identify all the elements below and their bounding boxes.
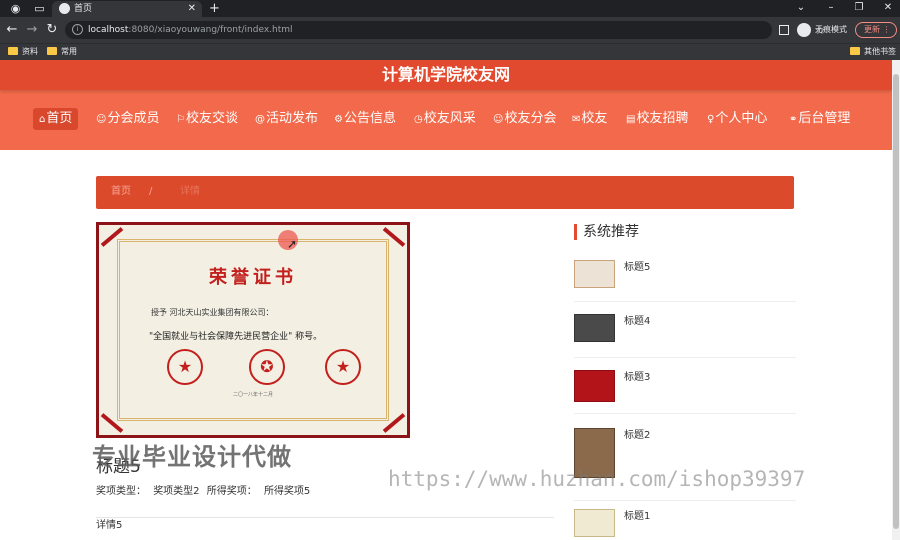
recommend-divider: [574, 301, 796, 302]
url-text: localhost:8080/xiaoyouwang/front/index.h…: [88, 25, 293, 35]
certificate-line1: 授予 河北天山实业集团有限公司：: [151, 308, 274, 317]
watermark-url: https://www.huzhan.com/ishop39397: [388, 467, 806, 491]
recommend-item-title[interactable]: 标题3: [624, 372, 650, 384]
recommend-item-title[interactable]: 标题4: [624, 316, 650, 328]
nav-item-alumni[interactable]: ✉校友: [568, 108, 611, 130]
branch-icon: ☺: [493, 114, 504, 125]
national-emblem-icon: ✪: [249, 349, 285, 385]
detail-certificate-image: 荣誉证书 授予 河北天山实业集团有限公司： "全国就业与社会保障先进民营企业" …: [96, 222, 410, 438]
recommend-divider: [574, 413, 796, 414]
nav-item-branch[interactable]: ☺校友分会: [489, 108, 560, 130]
close-icon[interactable]: ✕: [188, 1, 196, 17]
address-bar[interactable]: i localhost:8080/xiaoyouwang/front/index…: [65, 21, 825, 39]
info-icon[interactable]: i: [72, 24, 83, 35]
nav-item-user-center[interactable]: ♀个人中心: [703, 108, 771, 130]
notice-icon: ⚙: [334, 114, 343, 125]
award-value: 所得奖项5: [263, 486, 311, 497]
incognito-avatar[interactable]: [797, 23, 811, 37]
seal-icon: ★: [167, 349, 203, 385]
bookmark-folder-changyong[interactable]: 常用: [47, 46, 77, 58]
site-title: 计算机学院校友网: [381, 65, 510, 84]
recommend-thumbnail[interactable]: [574, 370, 615, 402]
folder-icon: [850, 47, 860, 55]
members-icon: ☺: [96, 114, 107, 125]
chevron-down-icon[interactable]: ⌄: [793, 0, 809, 16]
certificate-line2: "全国就业与社会保障先进民营企业" 称号。: [149, 332, 323, 342]
nav-item-members[interactable]: ☺分会成员: [92, 108, 163, 130]
nav-item-recruit[interactable]: ▤校友招聘: [622, 108, 692, 130]
recommend-item-title[interactable]: 标题2: [624, 430, 650, 442]
minimize-button[interactable]: –: [823, 0, 839, 16]
maximize-button[interactable]: ❐: [851, 0, 867, 16]
recommend-title: 系统推荐: [583, 224, 639, 240]
recommend-thumbnail[interactable]: [574, 314, 615, 342]
recommend-item[interactable]: 标题1: [574, 509, 796, 540]
recommend-item[interactable]: 标题5: [574, 260, 796, 310]
user-icon: ♀: [707, 114, 715, 125]
recommend-divider: [574, 357, 796, 358]
window-close-button[interactable]: ✕: [880, 0, 896, 16]
breadcrumb: 首页 / 详情: [96, 176, 794, 209]
recruit-icon: ▤: [626, 114, 636, 125]
incognito-label[interactable]: 无痕模式: [815, 23, 847, 37]
page-scrollbar[interactable]: [892, 60, 900, 540]
heading-accent-bar: [574, 224, 577, 240]
folder-icon: [47, 47, 57, 55]
tab-title: 首页: [74, 4, 93, 14]
award-type-label: 奖项类型：: [96, 486, 146, 497]
recommend-item-title[interactable]: 标题5: [624, 262, 650, 274]
alumni-icon: ✉: [572, 114, 581, 125]
recommend-divider: [574, 500, 796, 501]
style-icon: ◷: [414, 114, 423, 125]
bookmark-folder-ziliao[interactable]: 资料: [8, 46, 38, 58]
scrollbar-thumb[interactable]: [893, 74, 899, 529]
activity-icon: @: [255, 114, 265, 125]
home-icon: ⌂: [39, 114, 46, 125]
bookmark-folder-other[interactable]: 其他书签: [850, 46, 896, 58]
award-label: 所得奖项：: [206, 486, 257, 497]
certificate-date: 二〇一八年十二月: [232, 392, 273, 398]
browser-toolbar: ← → ↻ i localhost:8080/xiaoyouwang/front…: [0, 17, 900, 43]
new-tab-button[interactable]: +: [209, 0, 220, 17]
site-header: 计算机学院校友网 ⌂首页 ☺分会成员 ⚐校友交谈 @活动发布 ⚙公告信息 ◷校友…: [0, 60, 892, 150]
detail-divider: [96, 517, 554, 518]
reload-button[interactable]: ↻: [44, 21, 60, 39]
seal-icon: ★: [325, 349, 361, 385]
detail-body: 详情5: [96, 520, 123, 531]
mouse-cursor-icon: ➚: [287, 237, 298, 251]
recommend-item-title[interactable]: 标题1: [624, 511, 650, 523]
breadcrumb-current: 详情: [180, 186, 200, 197]
browser-tab-active[interactable]: 首页 ✕: [52, 1, 202, 17]
recommend-thumbnail[interactable]: [574, 260, 615, 288]
breadcrumb-home-link[interactable]: 首页: [111, 185, 131, 199]
certificate-heading: 荣誉证书: [209, 267, 297, 288]
tab-overview-icon[interactable]: ▭: [33, 2, 46, 15]
link-icon: ⚭: [789, 114, 798, 125]
breadcrumb-separator: /: [149, 186, 153, 197]
nav-item-activity[interactable]: @活动发布: [251, 108, 322, 130]
watermark-left: 专业毕业设计代做: [92, 443, 292, 471]
browser-tab-strip: ◉ ▭ 首页 ✕ + ⌄ – ❐ ✕: [0, 0, 900, 17]
globe-icon: [59, 3, 70, 14]
nav-item-chat[interactable]: ⚐校友交谈: [172, 108, 242, 130]
chat-icon: ⚐: [176, 114, 185, 125]
bookmarks-bar: 资料 常用 其他书签: [0, 43, 900, 60]
side-panel-icon[interactable]: [779, 25, 789, 35]
nav-item-notice[interactable]: ⚙公告信息: [330, 108, 400, 130]
nav-item-home[interactable]: ⌂首页: [33, 108, 79, 130]
certificate-paper: 荣誉证书 授予 河北天山实业集团有限公司： "全国就业与社会保障先进民营企业" …: [99, 225, 407, 435]
nav-item-style[interactable]: ◷校友风采: [410, 108, 480, 130]
forward-button[interactable]: →: [24, 21, 40, 39]
detail-meta: 奖项类型： 奖项类型2 所得奖项： 所得奖项5: [96, 486, 314, 498]
back-button[interactable]: ←: [4, 21, 20, 39]
update-button[interactable]: 更新 ⋮: [855, 22, 897, 38]
folder-icon: [8, 47, 18, 55]
site-title-bar: 计算机学院校友网: [0, 60, 892, 90]
browser-menu-icon[interactable]: ◉: [9, 2, 22, 15]
recommend-thumbnail[interactable]: [574, 509, 615, 537]
award-type-value: 奖项类型2: [153, 486, 200, 497]
nav-item-admin[interactable]: ⚭后台管理: [785, 108, 854, 130]
